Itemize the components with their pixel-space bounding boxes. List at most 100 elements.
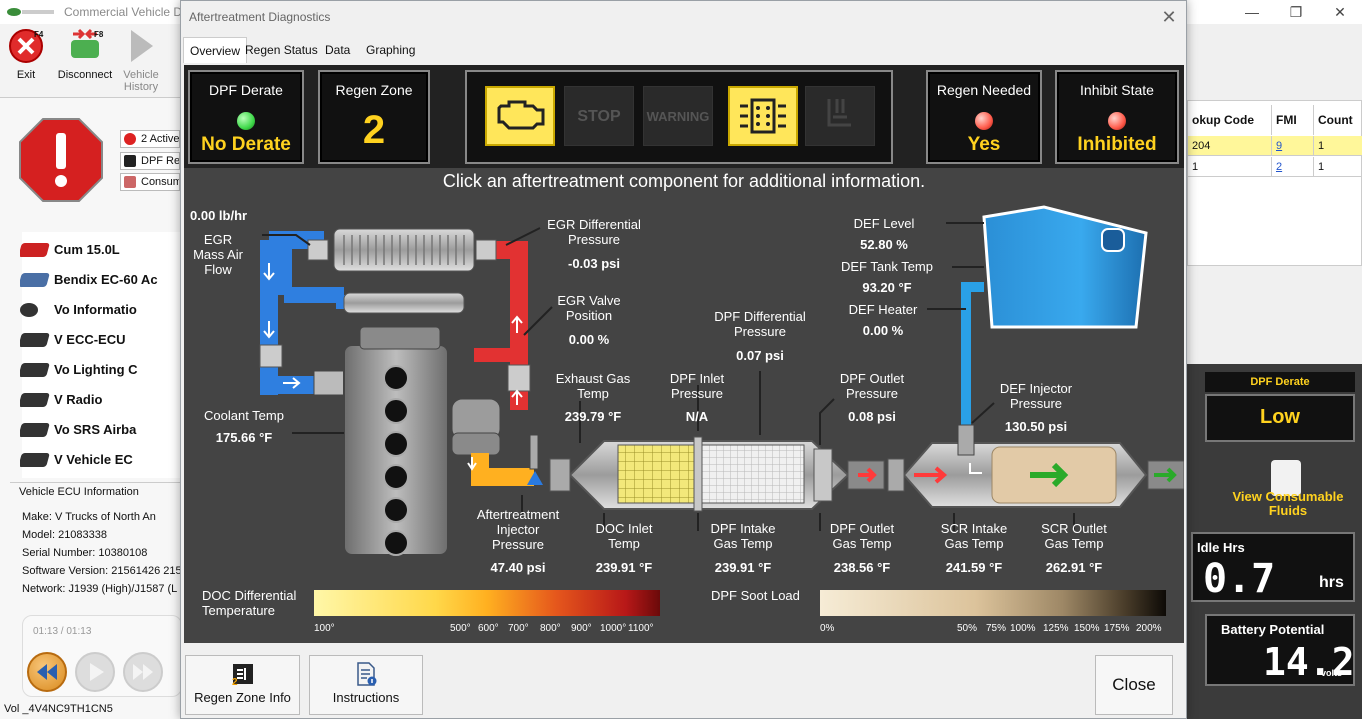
ecu-item-engine[interactable]: Cum 15.0L: [20, 239, 160, 261]
dpf-inlet-pressure-label[interactable]: DPF Inlet Pressure: [662, 371, 732, 401]
legend-tick: 150%: [1074, 623, 1100, 634]
ecu-item-info[interactable]: Vo Informatio: [20, 299, 160, 321]
ecu-item-vehicle[interactable]: V Vehicle EC: [20, 449, 160, 471]
maximize-icon[interactable]: ❐: [1276, 2, 1316, 22]
egr-diff-pressure-label[interactable]: EGR Differential Pressure: [544, 217, 644, 247]
tab-regen-status[interactable]: Regen Status: [239, 37, 324, 63]
app-logo-icon: [7, 8, 54, 16]
dpf-outlet-pressure-label[interactable]: DPF Outlet Pressure: [830, 371, 914, 401]
consumables-item[interactable]: Consum: [120, 173, 180, 191]
vehicle-network: Network: J1939 (High)/J1587 (L: [22, 583, 178, 595]
scr-outlet-temp-value: 262.91 °F: [1045, 560, 1103, 575]
vh-line1: Vehicle: [123, 69, 159, 81]
ecu-label: Bendix EC-60 Ac: [54, 272, 158, 287]
view-consumable-fluids-link[interactable]: View Consumable Fluids: [1223, 490, 1353, 518]
aftertreatment-dialog: Aftertreatment Diagnostics ✕ Overview Re…: [180, 0, 1187, 719]
ecu-item-ecc[interactable]: V ECC-ECU: [20, 329, 160, 351]
at-injector-pressure-value: 47.40 psi: [490, 560, 546, 575]
fast-forward-icon: [133, 664, 153, 680]
legend-tick: 500°: [450, 623, 471, 634]
tab-graphing[interactable]: Graphing: [360, 37, 421, 63]
ecu-item-abs[interactable]: Bendix EC-60 Ac: [20, 269, 160, 291]
bg-toolbar: F4 Exit F8 Disconnect Vehicle History: [0, 24, 180, 98]
rewind-button[interactable]: [27, 652, 67, 692]
module-icon: [20, 363, 50, 377]
idle-hours-gauge: Idle Hrs 0.7 hrs: [1191, 532, 1355, 602]
close-window-icon[interactable]: ✕: [1320, 2, 1360, 22]
at-injector-pressure-label[interactable]: Aftertreatment Injector Pressure: [466, 507, 570, 552]
table-cell[interactable]: 204: [1188, 136, 1272, 156]
scr-intake-temp-label[interactable]: SCR Intake Gas Temp: [930, 521, 1018, 551]
def-injector-pressure-label[interactable]: DEF Injector Pressure: [984, 381, 1088, 411]
active-faults-item[interactable]: 2 Active: [120, 130, 180, 148]
def-level-label[interactable]: DEF Level: [844, 216, 924, 231]
legend-tick: 100%: [1010, 623, 1036, 634]
instructions-button[interactable]: Instructions: [309, 655, 423, 715]
vehicle-info-header: Vehicle ECU Information: [19, 486, 139, 498]
playback-time: 01:13 / 01:13: [33, 626, 92, 637]
dpf-regen-item[interactable]: DPF Reg: [120, 152, 180, 170]
scr-outlet-temp-label[interactable]: SCR Outlet Gas Temp: [1030, 521, 1118, 551]
exhaust-gas-temp-value: 239.79 °F: [564, 409, 622, 424]
disconnect-button[interactable]: F8 Disconnect: [56, 28, 114, 81]
fast-forward-button[interactable]: [123, 652, 163, 692]
egr-valve-value: 0.00 %: [568, 332, 610, 347]
tab-data[interactable]: Data: [319, 37, 356, 63]
consumable-line1: View Consumable: [1232, 489, 1344, 504]
dpf-diff-pressure-label[interactable]: DPF Differential Pressure: [700, 309, 820, 339]
dpf-inlet-pressure-value: N/A: [685, 409, 709, 424]
def-line: [961, 282, 984, 435]
def-tank-temp-label[interactable]: DEF Tank Temp: [832, 259, 942, 274]
dpf-filter: [699, 444, 805, 504]
legend-tick: 1100°: [628, 623, 654, 634]
regen-zone-info-button[interactable]: 2 Regen Zone Info: [185, 655, 300, 715]
ecu-item-lighting[interactable]: Vo Lighting C: [20, 359, 160, 381]
def-heater-label[interactable]: DEF Heater: [840, 302, 926, 317]
vehicle-history-label: Vehicle History: [118, 69, 164, 93]
doc-inlet-temp-label[interactable]: DOC Inlet Temp: [582, 521, 666, 551]
ecu-item-srs[interactable]: Vo SRS Airba: [20, 419, 160, 441]
ecu-label: V ECC-ECU: [54, 332, 126, 347]
minimize-icon[interactable]: —: [1232, 2, 1272, 22]
col-count[interactable]: Count: [1314, 105, 1362, 135]
coolant-temp-label[interactable]: Coolant Temp: [196, 408, 292, 423]
col-fmi[interactable]: FMI: [1272, 105, 1314, 135]
legend-tick: 600°: [478, 623, 499, 634]
table-cell[interactable]: 1: [1188, 157, 1272, 177]
ecu-label: Vo Informatio: [54, 302, 137, 317]
fmi-link[interactable]: 2: [1272, 157, 1314, 177]
legend-tick: 75%: [986, 623, 1007, 634]
module-icon: [20, 423, 50, 437]
active-faults-label: 2 Active: [141, 133, 180, 145]
tab-overview[interactable]: Overview: [183, 37, 248, 63]
exhaust-gas-temp-label[interactable]: Exhaust Gas Temp: [548, 371, 638, 401]
ecu-item-radio[interactable]: V Radio: [20, 389, 160, 411]
col-lookup-code[interactable]: okup Code: [1188, 105, 1272, 135]
fmi-link[interactable]: 9: [1272, 136, 1314, 156]
vehicle-model: Model: 21083338: [22, 529, 108, 541]
egr-cooler: [333, 228, 475, 272]
ecu-label: Vo Lighting C: [54, 362, 138, 377]
play-button[interactable]: [75, 652, 115, 692]
dpf-outlet-temp-label[interactable]: DPF Outlet Gas Temp: [820, 521, 904, 551]
close-button[interactable]: Close: [1095, 655, 1173, 715]
egr-valve-label[interactable]: EGR Valve Position: [544, 293, 634, 323]
exit-button[interactable]: F4 Exit: [6, 28, 46, 81]
legend-tick: 100°: [314, 623, 335, 634]
soot-load-legend-label: DPF Soot Load: [711, 588, 800, 603]
status-vin: Vol _4V4NC9TH1CN5: [4, 703, 113, 715]
table-cell[interactable]: 1: [1314, 157, 1362, 177]
idle-hours-label: Idle Hrs: [1197, 540, 1245, 555]
vehicle-history-button[interactable]: Vehicle History: [118, 28, 164, 93]
scr-intake-temp-value: 241.59 °F: [945, 560, 1003, 575]
ecu-label: V Vehicle EC: [54, 452, 133, 467]
svg-text:2: 2: [232, 677, 238, 686]
legend-tick: 200%: [1136, 623, 1162, 634]
battery-unit: volts: [1321, 668, 1343, 678]
exit-label: Exit: [16, 69, 36, 81]
table-cell[interactable]: 1: [1314, 136, 1362, 156]
maf-label[interactable]: EGR Mass Air Flow: [192, 232, 244, 277]
dpf-intake-temp-label[interactable]: DPF Intake Gas Temp: [698, 521, 788, 551]
dialog-close-icon[interactable]: ✕: [1158, 6, 1180, 28]
exit-key: F4: [34, 30, 44, 39]
